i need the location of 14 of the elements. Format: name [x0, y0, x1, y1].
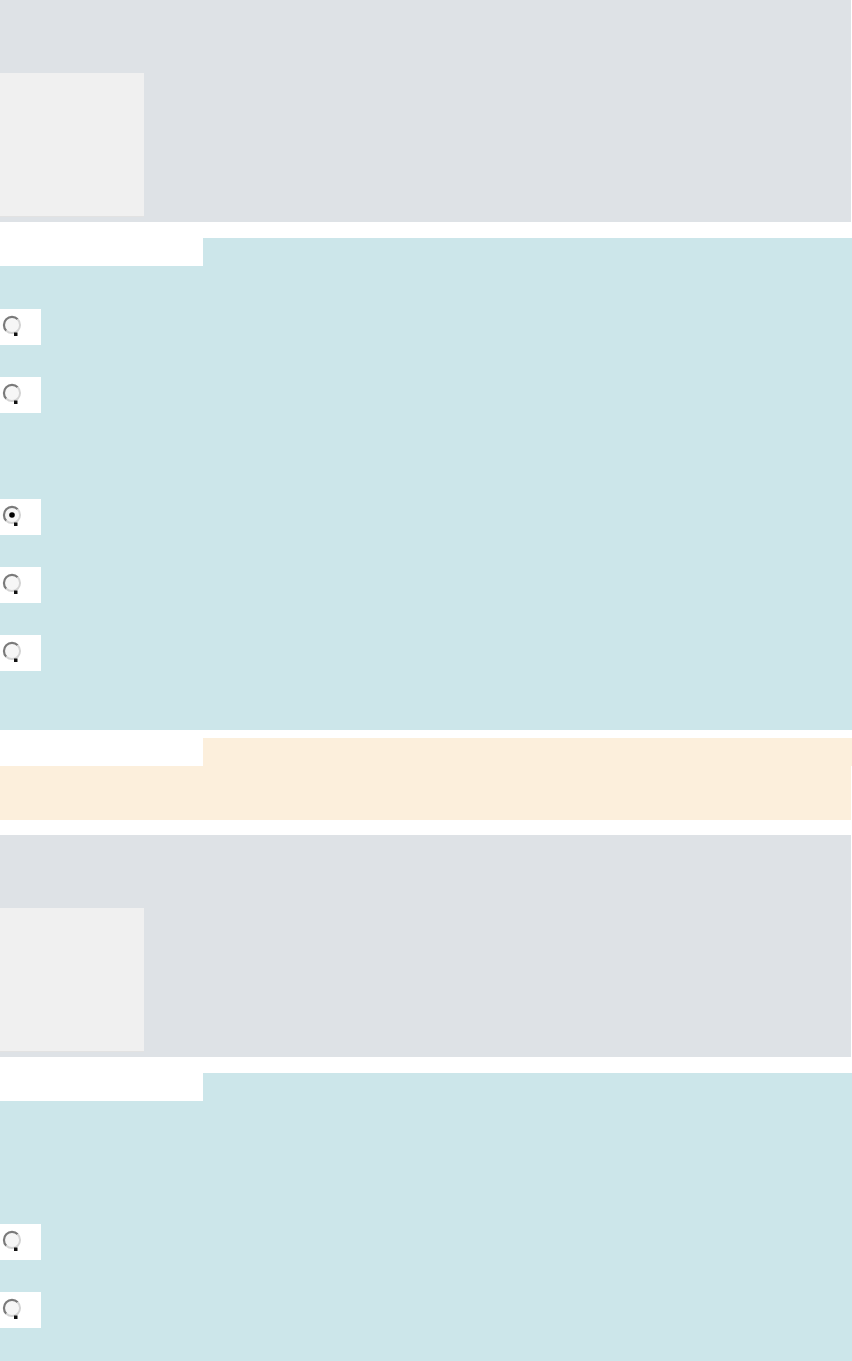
answer-option[interactable] — [0, 499, 41, 535]
answer-option[interactable] — [0, 1292, 41, 1328]
answer-option[interactable] — [0, 1224, 41, 1260]
answer-option[interactable] — [0, 635, 41, 671]
radio-icon[interactable] — [2, 383, 22, 404]
answer-option[interactable] — [0, 309, 41, 345]
radio-icon[interactable] — [2, 505, 22, 526]
radio-icon[interactable] — [2, 1298, 22, 1319]
radio-icon[interactable] — [2, 1230, 22, 1251]
radio-icon[interactable] — [2, 315, 22, 336]
radio-icon[interactable] — [2, 641, 22, 662]
answer-option[interactable] — [0, 567, 41, 603]
answer-option[interactable] — [0, 377, 41, 413]
radio-icon[interactable] — [2, 573, 22, 594]
